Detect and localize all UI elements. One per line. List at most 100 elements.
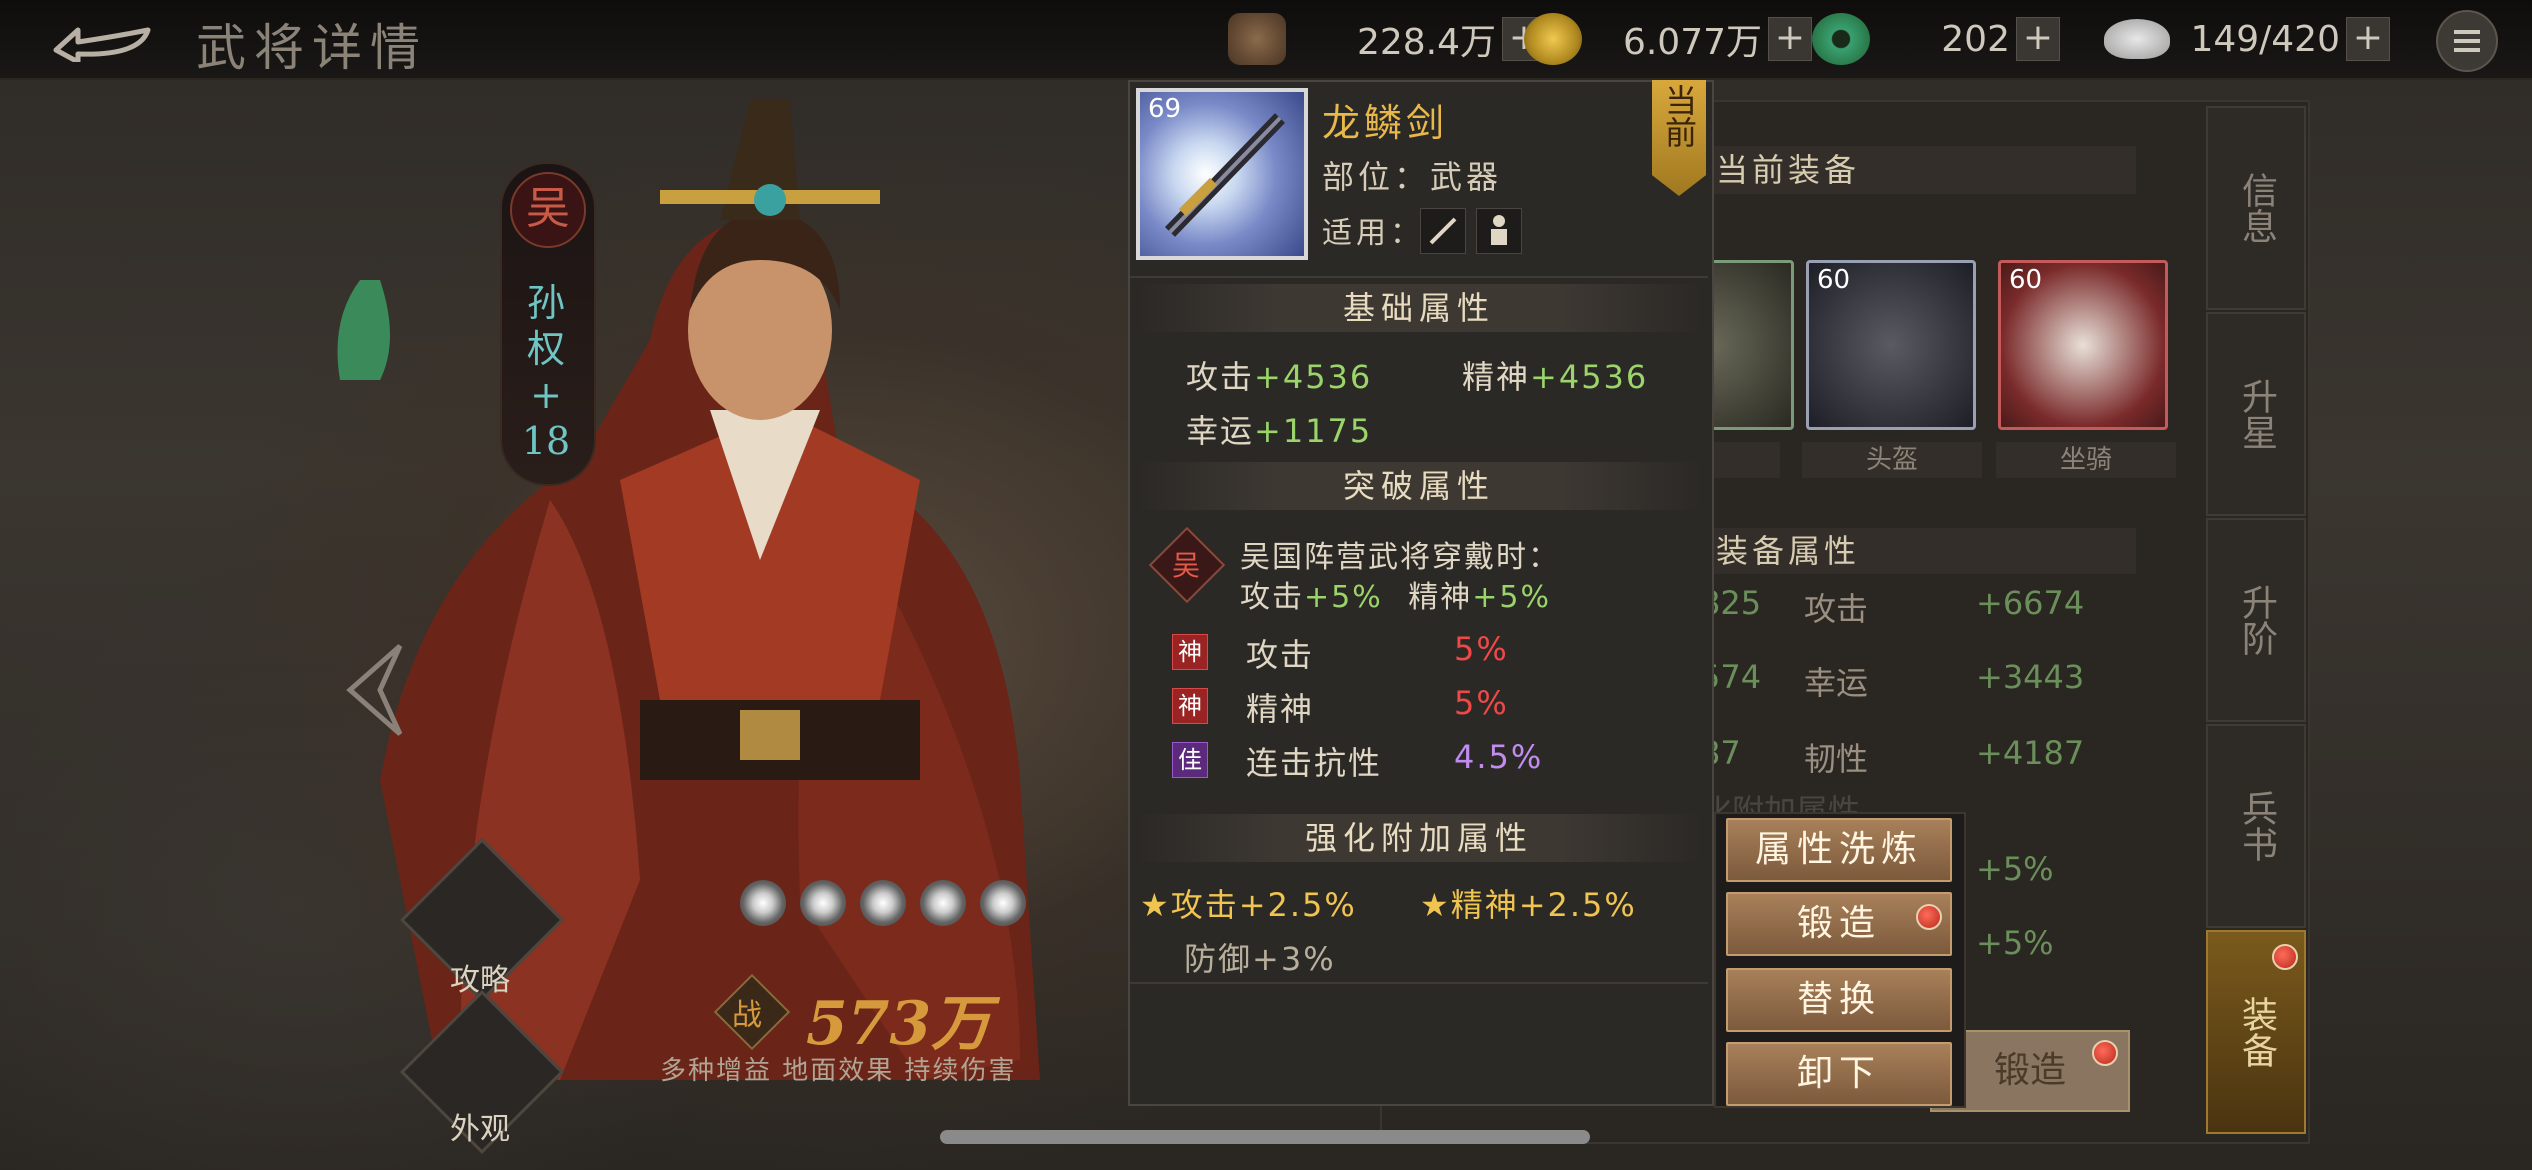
- breakthrough-condition: 吴国阵营武将穿戴时：: [1240, 540, 1560, 575]
- enhance-attr-attack: ★攻击+2.5%: [1140, 880, 1357, 926]
- attr-value: +2.5%: [1518, 886, 1637, 924]
- star-icon: ★: [1420, 886, 1451, 924]
- hero-name-char: 权: [526, 327, 565, 371]
- attr-value: +5%: [1472, 580, 1552, 615]
- slot-label-mount: 坐骑: [1996, 442, 2176, 478]
- roll-value: 5%: [1454, 630, 1509, 668]
- add-jade-button[interactable]: +: [2016, 17, 2060, 61]
- prop-value: +6674: [1976, 584, 2085, 622]
- roll-value: 5%: [1454, 684, 1509, 722]
- list-icon: [2454, 30, 2480, 52]
- unequip-button[interactable]: 卸下: [1726, 1042, 1952, 1106]
- item-applicable: 适用：: [1322, 216, 1424, 251]
- hero-name-level: 18: [521, 419, 571, 463]
- roll-name: 攻击: [1246, 636, 1315, 674]
- item-slot: 部位：武器: [1322, 158, 1503, 196]
- horizontal-scrollbar[interactable]: [940, 1130, 1590, 1144]
- tab-rank-up[interactable]: 升阶: [2206, 518, 2306, 722]
- divider: [1130, 276, 1708, 278]
- add-stamina-button[interactable]: +: [2346, 17, 2390, 61]
- attr-name: 防御: [1184, 940, 1253, 978]
- war-drum-icon: [1228, 13, 1286, 65]
- tab-info[interactable]: 信息: [2206, 106, 2306, 310]
- enhance-attr-defense: 防御+3%: [1184, 934, 1336, 980]
- hero-name: 孙 权 + 18: [518, 280, 574, 464]
- slot-level: 60: [1817, 265, 1851, 295]
- star-icon: [800, 880, 846, 926]
- menu-button[interactable]: [2436, 10, 2498, 72]
- roll-name: 精神: [1246, 690, 1315, 728]
- base-attributes-header: 基础属性: [1138, 284, 1700, 332]
- right-tab-bar: 信息 升星 升阶 兵书 装备: [2206, 106, 2306, 1136]
- star-rating: [740, 880, 1026, 926]
- previous-hero-arrow-icon[interactable]: [340, 640, 410, 740]
- breakthrough-bonus: 攻击+5% 精神+5%: [1240, 572, 1551, 616]
- resource-drum: 228.4万 +: [1228, 13, 1546, 65]
- prop-name: 攻击: [1804, 590, 1869, 628]
- slot-label-helmet: 头盔: [1802, 442, 1982, 478]
- resource-gold: 6.077万 +: [1524, 13, 1812, 65]
- skill-description: 多种增益 地面效果 持续伤害: [660, 1056, 1017, 1086]
- back-arrow-icon[interactable]: [48, 16, 158, 62]
- resource-value: 6.077万: [1622, 22, 1762, 63]
- enhance-value: +5%: [1976, 850, 2054, 888]
- roll-name: 连击抗性: [1246, 744, 1383, 782]
- attr-name: 攻击: [1186, 358, 1255, 396]
- enhance-value: +5%: [1976, 924, 2054, 962]
- page-title: 武将详情: [196, 19, 428, 77]
- prop-name: 幸运: [1804, 664, 1869, 702]
- attr-name: 精神: [1450, 886, 1519, 924]
- breakthrough-attributes-header: 突破属性: [1138, 462, 1700, 510]
- replace-button[interactable]: 替换: [1726, 968, 1952, 1032]
- item-name: 龙鳞剑: [1322, 101, 1449, 145]
- divine-badge: 神: [1172, 688, 1208, 724]
- resource-stamina: 149/420 +: [2104, 14, 2390, 64]
- base-attr-spirit: 精神+4536: [1462, 352, 1648, 398]
- current-tag: 当前: [1652, 80, 1706, 196]
- enhance-attr-spirit: ★精神+2.5%: [1420, 880, 1637, 926]
- add-gold-button[interactable]: +: [1768, 17, 1812, 61]
- resource-value: 149/420: [2190, 18, 2340, 60]
- power-char: 战: [732, 998, 762, 1033]
- tab-label: 装备: [2236, 996, 2277, 1068]
- warrior-icon: [1476, 208, 1522, 254]
- tab-war-book[interactable]: 兵书: [2206, 724, 2306, 928]
- base-attr-luck: 幸运+1175: [1186, 406, 1372, 452]
- notification-dot: [2092, 1040, 2118, 1066]
- star-icon: [740, 880, 786, 926]
- tab-label: 兵书: [2236, 790, 2277, 862]
- equipment-props-header: 装备属性: [1700, 528, 2136, 574]
- star-icon: [920, 880, 966, 926]
- notification-dot: [2272, 944, 2298, 970]
- attr-value: +2.5%: [1238, 886, 1357, 924]
- attr-value: +5%: [1304, 580, 1383, 615]
- equipment-slot-helmet[interactable]: 60: [1806, 260, 1976, 430]
- notification-dot: [1916, 904, 1942, 930]
- attr-name: 精神: [1462, 358, 1531, 396]
- star-icon: [860, 880, 906, 926]
- attr-value: +4536: [1530, 358, 1649, 396]
- hero-name-char: 孙: [526, 281, 565, 325]
- prop-value: +4187: [1976, 734, 2085, 772]
- divider: [1130, 982, 1708, 984]
- equipment-slot-mount[interactable]: 60: [1998, 260, 2168, 430]
- attr-name: 精神: [1408, 580, 1473, 615]
- item-level: 69: [1148, 94, 1182, 124]
- combat-power: 573万: [806, 989, 992, 1059]
- current-tag-label: 当前: [1660, 84, 1698, 148]
- star-icon: [980, 880, 1026, 926]
- resource-value: 228.4万: [1356, 22, 1496, 63]
- gold-coin-icon: [1524, 13, 1582, 65]
- refine-attributes-button[interactable]: 属性洗炼: [1726, 818, 1952, 882]
- resource-value: 202: [1941, 18, 2010, 60]
- base-attr-attack: 攻击+4536: [1186, 352, 1372, 398]
- stamina-icon: [2104, 19, 2170, 59]
- tab-star-up[interactable]: 升星: [2206, 312, 2306, 516]
- star-icon: ★: [1140, 886, 1171, 924]
- divine-badge: 神: [1172, 634, 1208, 670]
- slot-level: 60: [2009, 265, 2043, 295]
- tab-label: 升阶: [2236, 584, 2277, 656]
- tab-label: 升星: [2236, 378, 2277, 450]
- appearance-label: 外观: [450, 1112, 510, 1147]
- enhance-attributes-header: 强化附加属性: [1138, 814, 1700, 862]
